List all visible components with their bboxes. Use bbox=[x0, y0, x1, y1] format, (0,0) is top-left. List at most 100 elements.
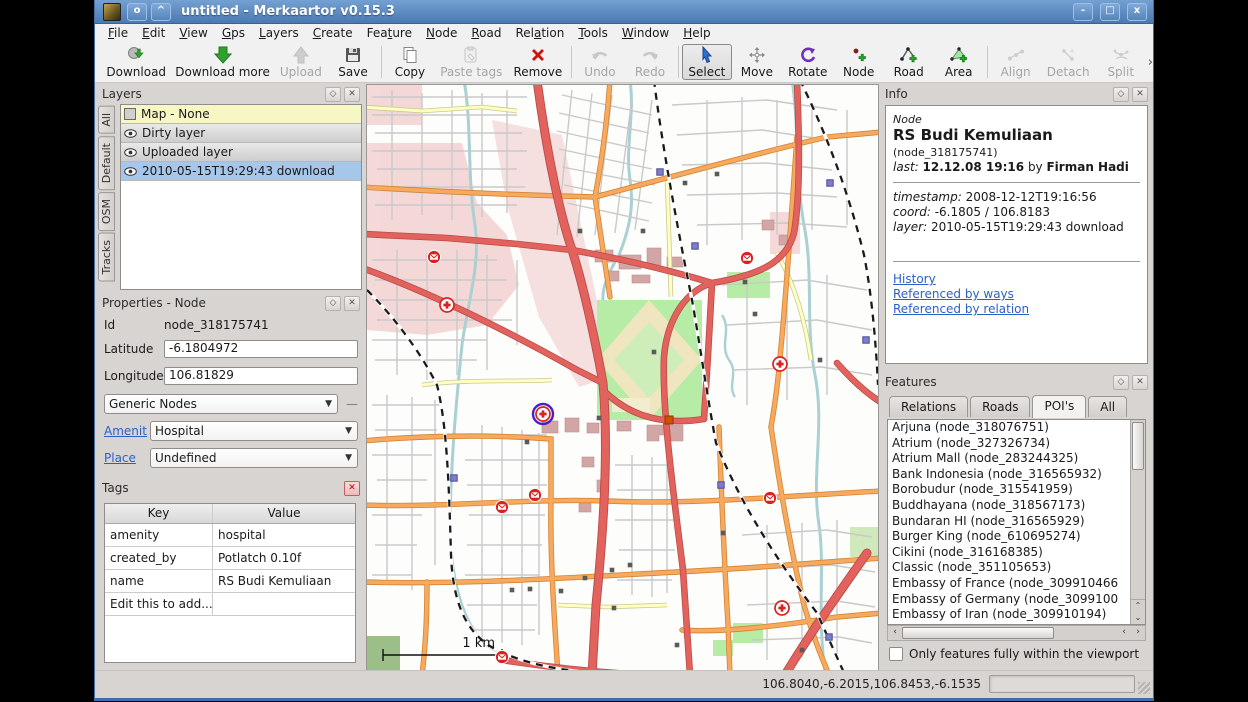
menu-tools[interactable]: Tools bbox=[571, 25, 615, 41]
window-shade-button[interactable]: ^ bbox=[151, 3, 171, 21]
move-tool-button[interactable]: Move bbox=[732, 44, 782, 80]
layers-tab-all[interactable]: All bbox=[98, 106, 115, 134]
list-item[interactable]: Embassy of Germany (node_3099100 bbox=[888, 592, 1131, 608]
info-float-button[interactable]: ◇ bbox=[1113, 87, 1129, 102]
layer-row-uploaded[interactable]: Uploaded layer bbox=[121, 143, 361, 162]
list-item[interactable]: Buddhayana (node_318567173) bbox=[888, 498, 1131, 514]
layer-row-download[interactable]: 2010-05-15T19:29:43 download bbox=[121, 162, 361, 181]
list-item[interactable]: Embassy of Iran (node_309910194) bbox=[888, 607, 1131, 623]
node-tool-button[interactable]: Node bbox=[834, 44, 884, 80]
menu-create[interactable]: Create bbox=[306, 25, 360, 41]
key-column-header[interactable]: Key bbox=[105, 504, 213, 523]
layer-row-dirty[interactable]: Dirty layer bbox=[121, 124, 361, 143]
latitude-input[interactable]: -6.1804972 bbox=[164, 340, 358, 358]
road-tool-button[interactable]: Road bbox=[884, 44, 934, 80]
selected-node-icon[interactable] bbox=[533, 404, 553, 424]
tab-pois[interactable]: POI's bbox=[1032, 395, 1086, 418]
tag-row[interactable]: amenity hospital bbox=[105, 524, 355, 547]
scroll-left-icon[interactable]: ‹ bbox=[888, 626, 902, 640]
save-button[interactable]: Save bbox=[328, 44, 378, 80]
layer-row-map[interactable]: Map - None bbox=[121, 105, 361, 124]
splitter-dash[interactable]: — bbox=[346, 397, 358, 411]
tags-close-button[interactable]: ✕ bbox=[344, 481, 360, 496]
scroll-right-icon[interactable]: › bbox=[1131, 626, 1145, 640]
title-bar[interactable]: o ^ untitled - Merkaartor v0.15.3 - □ x bbox=[95, 0, 1153, 24]
menu-node[interactable]: Node bbox=[419, 25, 464, 41]
horizontal-scrollbar[interactable]: ‹ ‹ › bbox=[887, 625, 1146, 641]
viewport-filter-checkbox[interactable] bbox=[889, 647, 903, 661]
tag-row[interactable]: name RS Budi Kemuliaan bbox=[105, 570, 355, 593]
layer-checkbox[interactable] bbox=[124, 108, 136, 120]
place-link[interactable]: Place bbox=[104, 451, 150, 465]
vertical-scrollbar[interactable]: ⌃⌄ bbox=[1130, 420, 1145, 624]
menu-help[interactable]: Help bbox=[676, 25, 717, 41]
layers-tab-osm[interactable]: OSM bbox=[98, 192, 115, 231]
place-combo[interactable]: Undefined▼ bbox=[150, 448, 358, 468]
menu-road[interactable]: Road bbox=[464, 25, 508, 41]
longitude-input[interactable]: 106.81829 bbox=[164, 367, 358, 385]
copy-button[interactable]: Copy bbox=[385, 44, 435, 80]
list-item[interactable]: Arjuna (node_318076751) bbox=[888, 420, 1131, 436]
list-item[interactable]: Classic (node_351105653) bbox=[888, 560, 1131, 576]
menu-gps[interactable]: Gps bbox=[215, 25, 252, 41]
layers-close-button[interactable]: ✕ bbox=[344, 87, 360, 102]
list-item[interactable]: Atrium Mall (node_283244325) bbox=[888, 451, 1131, 467]
select-tool-button[interactable]: Select bbox=[682, 44, 732, 80]
list-item[interactable]: Atrium (node_327326734) bbox=[888, 436, 1131, 452]
value-column-header[interactable]: Value bbox=[213, 504, 355, 523]
tab-all[interactable]: All bbox=[1088, 396, 1127, 417]
layers-tab-tracks[interactable]: Tracks bbox=[98, 233, 115, 282]
layers-float-button[interactable]: ◇ bbox=[325, 87, 341, 102]
menu-relation[interactable]: Relation bbox=[508, 25, 571, 41]
list-item[interactable]: Bundaran HI (node_316565929) bbox=[888, 514, 1131, 530]
menu-layers[interactable]: Layers bbox=[252, 25, 306, 41]
download-button[interactable]: Download bbox=[101, 44, 171, 80]
properties-panel-title: Properties - Node bbox=[102, 296, 322, 310]
menu-edit[interactable]: Edit bbox=[135, 25, 172, 41]
tab-roads[interactable]: Roads bbox=[970, 396, 1030, 417]
menu-view[interactable]: View bbox=[172, 25, 214, 41]
referenced-by-relation-link[interactable]: Referenced by relation bbox=[893, 302, 1140, 317]
scroll-left-icon[interactable]: ‹ bbox=[1117, 626, 1131, 640]
scrollbar-thumb[interactable] bbox=[902, 627, 1054, 639]
window-ontop-button[interactable]: o bbox=[127, 3, 147, 21]
menu-feature[interactable]: Feature bbox=[360, 25, 419, 41]
maximize-button[interactable]: □ bbox=[1100, 3, 1120, 21]
menu-window[interactable]: Window bbox=[615, 25, 676, 41]
list-item[interactable]: Cikini (node_316168385) bbox=[888, 545, 1131, 561]
amenity-row: Amenit Hospital▼ bbox=[104, 421, 358, 441]
area-tool-button[interactable]: Area bbox=[934, 44, 984, 80]
amenity-combo[interactable]: Hospital▼ bbox=[150, 421, 358, 441]
rotate-tool-button[interactable]: Rotate bbox=[782, 44, 834, 80]
features-close-button[interactable]: ✕ bbox=[1132, 375, 1148, 390]
history-link[interactable]: History bbox=[893, 272, 1140, 287]
properties-close-button[interactable]: ✕ bbox=[344, 296, 360, 311]
scrollbar-arrows[interactable]: ⌃⌄ bbox=[1131, 599, 1145, 624]
resize-grip[interactable] bbox=[1138, 682, 1150, 694]
list-item[interactable]: Embassy of France (node_309910466 bbox=[888, 576, 1131, 592]
list-item[interactable]: Burger King (node_610695274) bbox=[888, 529, 1131, 545]
tag-row-add-new[interactable]: Edit this to add... bbox=[105, 593, 355, 616]
list-item[interactable]: Bank Indonesia (node_316565932) bbox=[888, 467, 1131, 483]
tag-row[interactable]: created_by Potlatch 0.10f bbox=[105, 547, 355, 570]
properties-float-button[interactable]: ◇ bbox=[325, 296, 341, 311]
download-more-button[interactable]: Download more bbox=[171, 44, 273, 80]
minimize-button[interactable]: - bbox=[1073, 3, 1093, 21]
layers-tab-default[interactable]: Default bbox=[98, 136, 115, 190]
list-item[interactable]: Borobudur (node_315541959) bbox=[888, 482, 1131, 498]
amenity-link[interactable]: Amenit bbox=[104, 424, 150, 438]
map-canvas[interactable]: 1 km bbox=[366, 84, 879, 672]
menu-file[interactable]: File bbox=[101, 25, 135, 41]
remove-button[interactable]: Remove bbox=[508, 44, 568, 80]
features-list[interactable]: Arjuna (node_318076751) Atrium (node_327… bbox=[887, 419, 1146, 625]
features-panel: Features ◇ ✕ Relations Roads POI's All A… bbox=[881, 373, 1152, 669]
features-float-button[interactable]: ◇ bbox=[1113, 375, 1129, 390]
node-type-combo[interactable]: Generic Nodes▼ bbox=[104, 394, 338, 414]
tab-relations[interactable]: Relations bbox=[889, 396, 968, 417]
close-button[interactable]: x bbox=[1127, 3, 1147, 21]
toolbar-overflow-arrow[interactable]: › bbox=[1148, 55, 1153, 70]
info-close-button[interactable]: ✕ bbox=[1132, 87, 1148, 102]
referenced-by-ways-link[interactable]: Referenced by ways bbox=[893, 287, 1140, 302]
align-tool-button: Align bbox=[991, 44, 1041, 80]
scrollbar-thumb[interactable] bbox=[1132, 422, 1144, 470]
